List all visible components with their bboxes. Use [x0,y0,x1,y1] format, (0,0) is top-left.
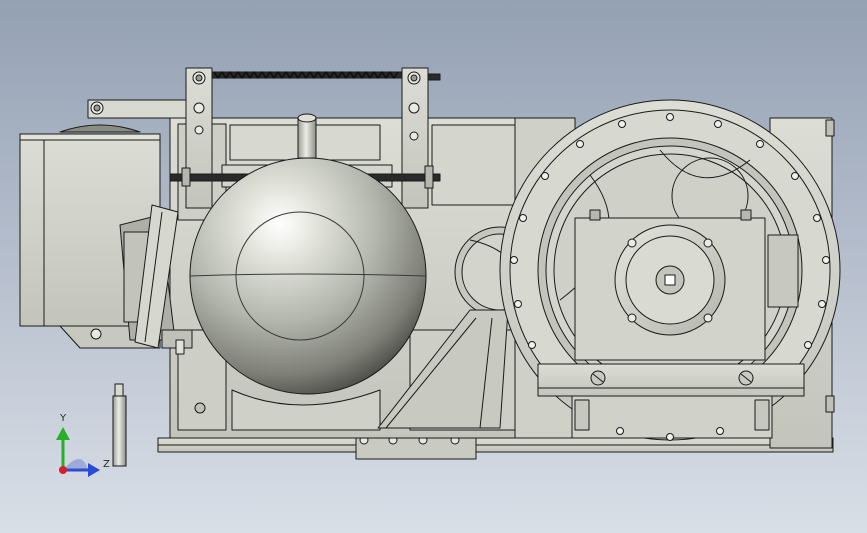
axis-triad [56,427,100,477]
z-axis-label: Z [103,459,110,470]
motor-housing[interactable] [19,124,193,355]
origin-dot [59,466,67,474]
shaft-pin[interactable] [112,383,127,467]
cad-model-drawing [19,67,841,477]
z-axis-arrow [88,463,100,477]
y-axis-label: Y [60,413,67,424]
y-axis-arrow [56,427,70,440]
traction-sheave[interactable] [499,99,841,441]
cad-viewport[interactable]: Y Z [0,0,867,533]
axis-plane-hint [63,459,88,470]
